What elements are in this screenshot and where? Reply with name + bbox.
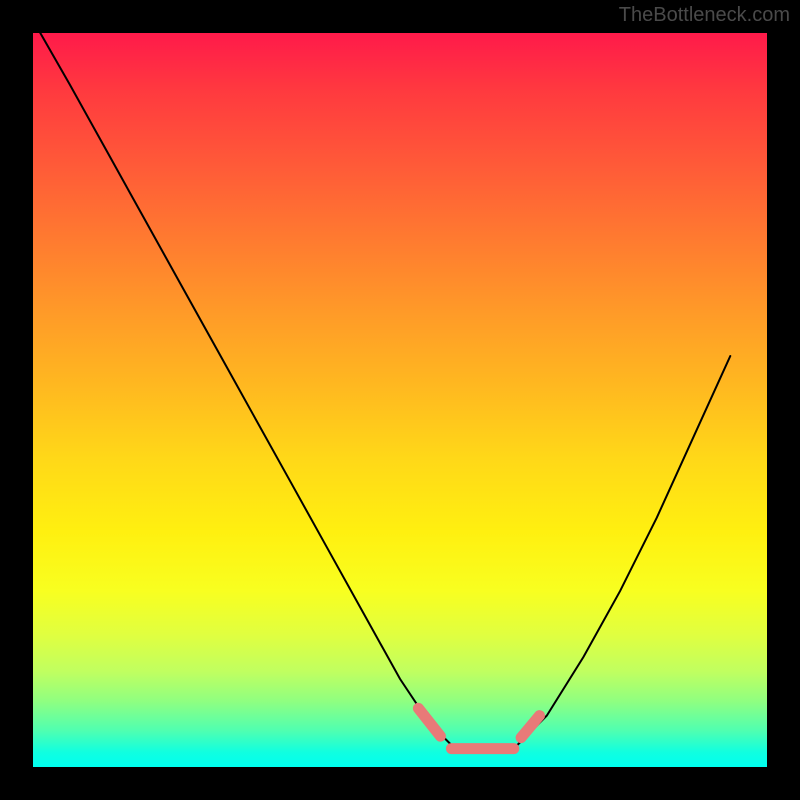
watermark-text: TheBottleneck.com — [619, 4, 790, 27]
flat-region-marker — [418, 708, 539, 748]
chart-svg — [33, 33, 767, 767]
bottleneck-curve-line — [40, 33, 730, 752]
marker-segment — [521, 716, 539, 738]
marker-segment — [418, 708, 440, 736]
